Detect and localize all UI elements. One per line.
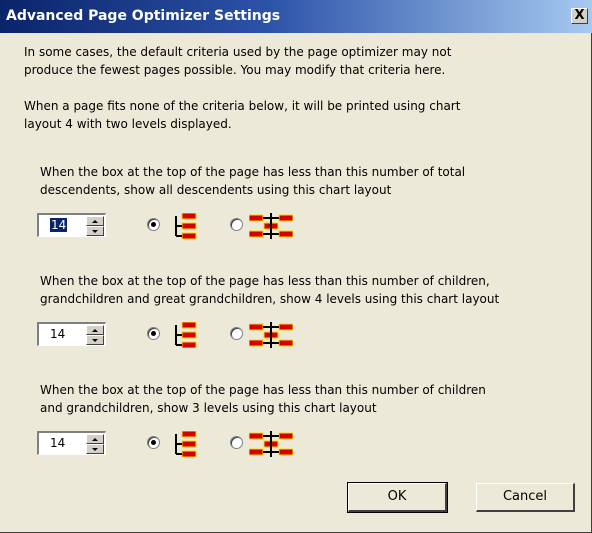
criterion-3-radio-layout-b[interactable] [230, 436, 243, 449]
fallback-text: When a page fits none of the criteria be… [24, 97, 460, 133]
vertical-tree-chart-icon [175, 213, 197, 239]
intro-line-1: In some cases, the default criteria used… [24, 45, 452, 59]
intro-text: In some cases, the default criteria used… [24, 43, 451, 79]
criterion-3-spin-up[interactable] [86, 434, 104, 444]
intro-line-2: produce the fewest pages possible. You m… [24, 63, 446, 77]
criterion-2-spinner[interactable]: 14 [37, 322, 106, 346]
criterion-2-radio-layout-b[interactable] [230, 327, 243, 340]
criterion-2-controls: 14 [37, 322, 307, 348]
criterion-3-text: When the box at the top of the page has … [40, 381, 486, 417]
criterion-1-line-2: descendents, show all descendents using … [40, 183, 392, 197]
criterion-3-spinner[interactable]: 14 [37, 431, 106, 455]
fallback-line-1: When a page fits none of the criteria be… [24, 99, 461, 113]
window-title: Advanced Page Optimizer Settings [6, 8, 281, 24]
hourglass-tree-chart-icon [249, 431, 293, 457]
criterion-1-controls: 14 [37, 213, 307, 239]
criterion-3-radio-layout-a[interactable] [147, 436, 160, 449]
criterion-2-radio-layout-a[interactable] [147, 327, 160, 340]
close-icon: X [574, 8, 585, 23]
criterion-3-controls: 14 [37, 431, 307, 457]
cancel-button[interactable]: Cancel [476, 483, 575, 512]
criterion-3-spin-down[interactable] [86, 444, 104, 454]
criterion-1-spin-down[interactable] [86, 226, 104, 236]
criterion-1-radio-layout-a[interactable] [147, 218, 160, 231]
criterion-2-value[interactable]: 14 [50, 327, 65, 341]
criterion-2-spin-up[interactable] [86, 325, 104, 335]
criterion-3-line-1: When the box at the top of the page has … [40, 383, 486, 397]
hourglass-tree-chart-icon [249, 213, 293, 239]
criterion-3-line-2: and grandchildren, show 3 levels using t… [40, 401, 377, 415]
fallback-line-2: layout 4 with two levels displayed. [24, 117, 232, 131]
criterion-1-spin-up[interactable] [86, 216, 104, 226]
criterion-1-radio-layout-b[interactable] [230, 218, 243, 231]
criterion-1-text: When the box at the top of the page has … [40, 163, 465, 199]
ok-button[interactable]: OK [347, 482, 448, 513]
vertical-tree-chart-icon [175, 431, 197, 457]
vertical-tree-chart-icon [175, 322, 197, 348]
criterion-1-value[interactable]: 14 [50, 218, 68, 232]
criterion-2-text: When the box at the top of the page has … [40, 272, 499, 308]
criterion-2-spin-down[interactable] [86, 335, 104, 345]
title-bar: Advanced Page Optimizer Settings X [0, 0, 592, 33]
close-button[interactable]: X [571, 8, 588, 24]
hourglass-tree-chart-icon [249, 322, 293, 348]
criterion-3-value[interactable]: 14 [50, 436, 65, 450]
dialog-window: Advanced Page Optimizer Settings X In so… [0, 0, 592, 533]
criterion-2-line-2: grandchildren and great grandchildren, s… [40, 292, 500, 306]
criterion-1-line-1: When the box at the top of the page has … [40, 165, 466, 179]
criterion-2-line-1: When the box at the top of the page has … [40, 274, 490, 288]
criterion-1-spinner[interactable]: 14 [37, 213, 106, 237]
